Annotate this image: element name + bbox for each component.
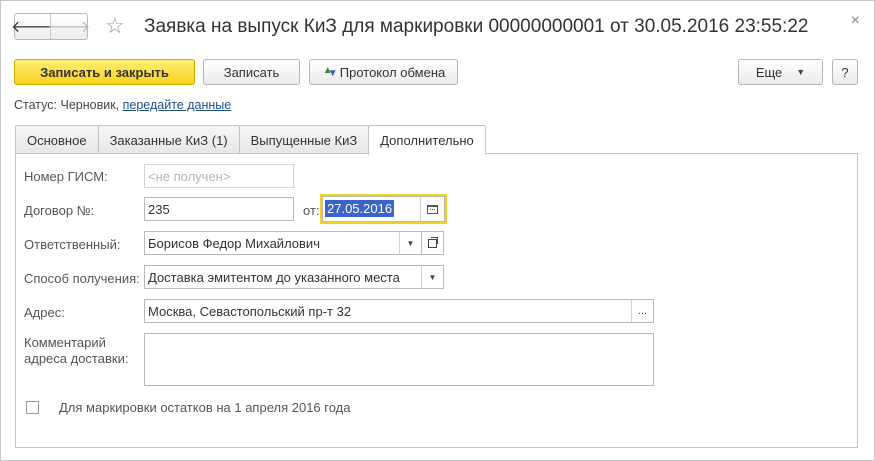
tab-bar: Основное Заказанные КиЗ (1) Выпущенные К… [15,125,486,155]
chevron-down-icon[interactable]: ▼ [399,232,421,254]
open-responsible-button[interactable] [422,231,444,255]
tab-ordered-kiz[interactable]: Заказанные КиЗ (1) [97,125,240,154]
exchange-protocol-button[interactable]: ▲ ▼ Протокол обмена [309,59,458,85]
exchange-protocol-label: Протокол обмена [339,64,446,80]
address-label: Адрес: [24,305,65,320]
responsible-label: Ответственный: [24,237,121,252]
open-external-icon [428,236,438,248]
gism-number-field[interactable]: <не получен> [144,164,294,188]
form-window: 🡐 🡒 ☆ Заявка на выпуск КиЗ для маркировк… [0,0,875,461]
status-line: Статус: Черновик, передайте данные [14,98,231,112]
contract-date-input[interactable]: 27.05.2016 [322,196,445,222]
gism-number-label: Номер ГИСМ: [24,169,108,184]
help-button[interactable]: ? [832,59,858,85]
contract-number-label: Договор №: [24,203,95,218]
receive-method-select[interactable]: Доставка эмитентом до указанного места ▼ [144,265,444,289]
address-value: Москва, Севастопольский пр-т 32 [148,303,352,319]
delivery-comment-textarea[interactable] [144,333,654,386]
save-and-close-button[interactable]: Записать и закрыть [14,59,195,85]
navigation-group: 🡐 🡒 [11,13,91,40]
chevron-down-icon: ▼ [796,67,806,77]
responsible-field[interactable]: Борисов Федор Михайлович ▼ [144,231,422,255]
tab-main[interactable]: Основное [15,125,99,154]
tab-issued-kiz[interactable]: Выпущенные КиЗ [238,125,370,154]
stock-marking-checkbox[interactable] [26,401,39,414]
stock-marking-label: Для маркировки остатков на 1 апреля 2016… [59,400,351,415]
calendar-button[interactable] [420,197,444,221]
page-title: Заявка на выпуск КиЗ для маркировки 0000… [144,16,809,37]
back-arrow-icon[interactable]: 🡐 [11,14,54,39]
favorite-star-icon[interactable]: ☆ [105,13,125,39]
send-data-link[interactable]: передайте данные [123,98,232,112]
tab-additional[interactable]: Дополнительно [368,125,486,155]
exchange-arrows-icon: ▲ ▼ [322,65,338,79]
status-value: Черновик, [60,98,120,112]
save-button[interactable]: Записать [203,59,300,85]
status-label: Статус: [14,98,57,112]
more-button[interactable]: Еще ▼ [738,59,823,85]
receive-method-value: Доставка эмитентом до указанного места [148,269,400,285]
calendar-icon [427,204,438,214]
address-field[interactable]: Москва, Севастопольский пр-т 32 ... [144,299,654,323]
forward-arrow-icon[interactable]: 🡒 [48,14,91,39]
comment-label-line1: Комментарий [24,335,106,350]
receive-method-label: Способ получения: [24,271,140,286]
contract-number-field[interactable]: 235 [144,197,294,221]
chevron-down-icon[interactable]: ▼ [421,266,443,288]
close-icon[interactable]: × [851,11,860,31]
contract-date-label: от: [303,203,320,218]
more-label: Еще [755,64,783,80]
contract-date-value: 27.05.2016 [325,200,395,217]
address-select-button[interactable]: ... [631,300,653,322]
responsible-value: Борисов Федор Михайлович [148,235,320,251]
comment-label-line2: адреса доставки: [24,351,129,366]
contract-date-field[interactable]: 27.05.2016 [320,194,447,224]
